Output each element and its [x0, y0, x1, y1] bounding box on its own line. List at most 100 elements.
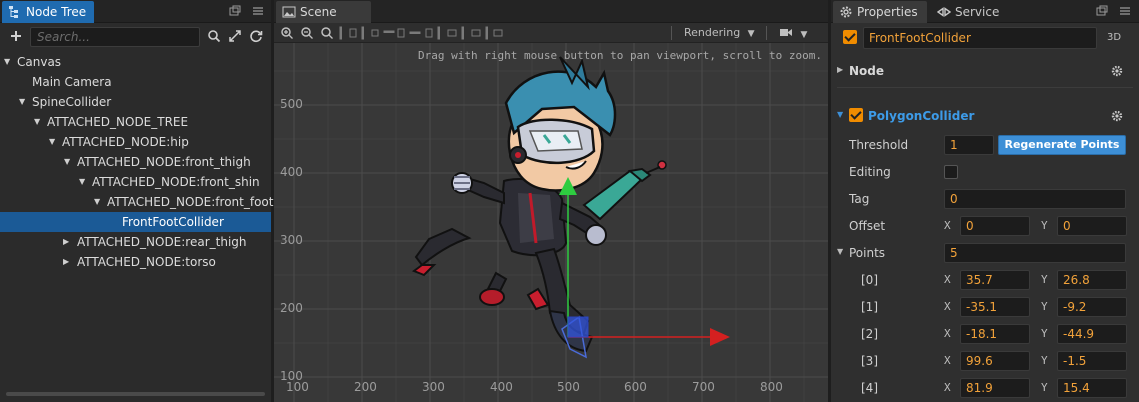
maximize-icon[interactable]: [228, 4, 242, 18]
tree-item-attached-node-tree[interactable]: ▼ ATTACHED_NODE_TREE: [0, 112, 271, 132]
offset-row: Offset X 0 Y 0: [831, 214, 1139, 238]
offset-y-input[interactable]: 0: [1057, 216, 1127, 236]
camera-dropdown[interactable]: ▼: [779, 26, 807, 40]
point-y-input[interactable]: 26.8: [1057, 270, 1127, 290]
gear-icon[interactable]: [1111, 65, 1123, 77]
gear-icon[interactable]: [1111, 110, 1123, 122]
transform-gizmo[interactable]: [559, 177, 730, 346]
rendering-dropdown[interactable]: Rendering ▼: [684, 26, 755, 40]
editing-label: Editing: [849, 165, 891, 179]
x-axis-label: 700: [692, 380, 715, 394]
tag-input[interactable]: 0: [944, 189, 1126, 209]
node-section-header[interactable]: ▶ Node: [831, 60, 1139, 82]
align-tools-icons[interactable]: [338, 26, 508, 40]
tab-node-tree[interactable]: Node Tree: [2, 1, 95, 23]
link-icon: [937, 7, 951, 17]
tab-service[interactable]: Service: [931, 1, 1007, 23]
tree-item-rear-thigh[interactable]: ▶ ATTACHED_NODE:rear_thigh: [0, 232, 271, 252]
node-tree-list: ▼ Canvas Main Camera ▼ SpineCollider ▼ A…: [0, 52, 273, 272]
expand-arrow-icon[interactable]: ▼: [19, 92, 29, 112]
expanded-arrow-icon[interactable]: ▼: [837, 247, 843, 256]
threshold-label: Threshold: [849, 138, 909, 152]
y-axis-label: 200: [280, 301, 303, 315]
point-x-input[interactable]: -18.1: [960, 324, 1030, 344]
tree-item-front-foot[interactable]: ▼ ATTACHED_NODE:front_foot: [0, 192, 273, 212]
x-axis-label: 100: [286, 380, 309, 394]
point-x-input[interactable]: -35.1: [960, 297, 1030, 317]
point-x-input[interactable]: 99.6: [960, 351, 1030, 371]
expand-arrow-icon[interactable]: ▶: [63, 232, 73, 252]
tree-item-spine-collider[interactable]: ▼ SpineCollider: [0, 92, 271, 112]
point-x-input[interactable]: 35.7: [960, 270, 1030, 290]
y-axis-label: 500: [280, 97, 303, 111]
tab-node-tree-label: Node Tree: [26, 5, 87, 19]
maximize-icon[interactable]: [1095, 4, 1109, 18]
x-axis-label: 400: [490, 380, 513, 394]
tree-item-front-thigh[interactable]: ▼ ATTACHED_NODE:front_thigh: [0, 152, 271, 172]
zoom-in-icon[interactable]: [280, 26, 294, 40]
panel-menu-icon[interactable]: [1118, 4, 1132, 18]
polygon-collider-header[interactable]: ▼ PolygonCollider: [831, 105, 1139, 127]
tree-item-front-shin[interactable]: ▼ ATTACHED_NODE:front_shin: [0, 172, 271, 192]
tree-item-hip[interactable]: ▼ ATTACHED_NODE:hip: [0, 132, 271, 152]
refresh-icon[interactable]: [249, 29, 263, 43]
collapsed-arrow-icon: ▶: [837, 65, 844, 74]
expanded-arrow-icon: ▼: [837, 110, 844, 119]
node-section-label: Node: [849, 64, 885, 78]
chevron-down-icon: ▼: [800, 30, 808, 40]
threshold-input[interactable]: 1: [944, 135, 994, 155]
zoom-reset-icon[interactable]: [320, 26, 334, 40]
points-label: Points: [849, 246, 886, 260]
point-y-input[interactable]: -1.5: [1057, 351, 1127, 371]
scene-panel: Scene Rendering ▼ ▼ Drag with right mous…: [274, 0, 828, 402]
expand-arrow-icon[interactable]: ▼: [64, 152, 74, 172]
toolbar-divider: [766, 26, 767, 40]
tree-item-torso[interactable]: ▶ ATTACHED_NODE:torso: [0, 252, 271, 272]
point-row: [2] X -18.1 Y -44.9: [831, 322, 1139, 346]
expand-arrow-icon[interactable]: ▶: [63, 252, 73, 272]
tab-scene[interactable]: Scene: [276, 1, 371, 23]
offset-label: Offset: [849, 219, 886, 233]
component-enabled-checkbox[interactable]: [849, 108, 863, 122]
point-y-label: Y: [1041, 327, 1048, 340]
expand-arrow-icon[interactable]: ▼: [34, 112, 44, 132]
offset-x-input[interactable]: 0: [960, 216, 1030, 236]
tag-row: Tag 0: [831, 187, 1139, 211]
expand-arrow-icon[interactable]: ▼: [49, 132, 59, 152]
tree-item-front-foot-collider[interactable]: FrontFootCollider: [0, 212, 271, 232]
y-axis-label: 400: [280, 165, 303, 179]
expand-arrow-icon[interactable]: ▼: [4, 52, 14, 72]
add-node-icon[interactable]: [8, 28, 24, 44]
point-y-input[interactable]: -9.2: [1057, 297, 1127, 317]
tree-item-main-camera[interactable]: Main Camera: [0, 72, 271, 92]
scene-viewport[interactable]: Drag with right mouse button to pan view…: [274, 43, 828, 402]
scene-canvas[interactable]: [274, 43, 828, 402]
search-icon[interactable]: [207, 29, 221, 43]
expand-arrow-icon[interactable]: ▼: [79, 172, 89, 192]
panel-menu-icon[interactable]: [251, 4, 265, 18]
tree-item-label: Main Camera: [32, 75, 112, 89]
node-active-checkbox[interactable]: [843, 30, 857, 44]
zoom-out-icon[interactable]: [300, 26, 314, 40]
spine-character[interactable]: [411, 56, 667, 353]
scene-icon: [282, 6, 296, 18]
point-y-input[interactable]: 15.4: [1057, 378, 1127, 398]
node-name-input[interactable]: FrontFootCollider: [863, 27, 1097, 49]
tab-properties[interactable]: Properties: [833, 1, 927, 23]
point-y-input[interactable]: -44.9: [1057, 324, 1127, 344]
3d-toggle[interactable]: 3D: [1107, 32, 1121, 43]
regenerate-points-button[interactable]: Regenerate Points: [998, 135, 1126, 155]
point-y-label: Y: [1041, 354, 1048, 367]
expand-collapse-icon[interactable]: [228, 29, 242, 43]
tree-item-label: ATTACHED_NODE_TREE: [47, 115, 189, 129]
editing-checkbox[interactable]: [944, 165, 958, 179]
x-axis-label: 500: [557, 380, 580, 394]
points-count-input[interactable]: 5: [944, 243, 1126, 263]
horizontal-scrollbar[interactable]: [6, 392, 265, 396]
point-row: [0] X 35.7 Y 26.8: [831, 268, 1139, 292]
node-search-input[interactable]: [30, 27, 200, 47]
point-x-input[interactable]: 81.9: [960, 378, 1030, 398]
expand-arrow-icon[interactable]: ▼: [94, 192, 104, 212]
tree-item-canvas[interactable]: ▼ Canvas: [0, 52, 271, 72]
point-x-label: X: [944, 300, 951, 313]
